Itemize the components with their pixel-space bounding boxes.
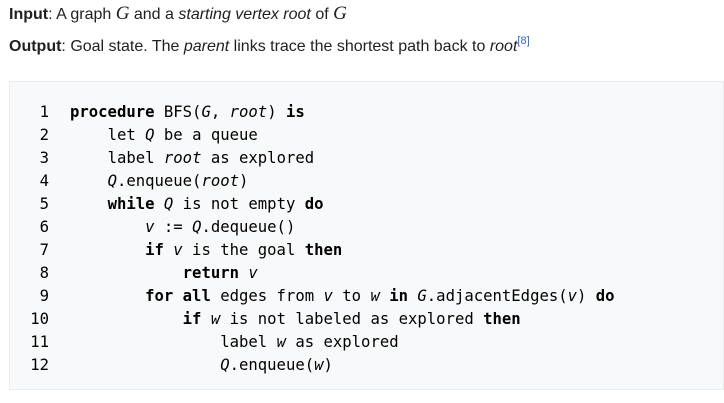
code-text: is the goal <box>182 241 305 259</box>
code-text: as explored <box>285 333 399 351</box>
code-line: 6 v := Q.dequeue() <box>10 216 296 239</box>
keyword: in <box>389 287 409 305</box>
line-number: 9 <box>39 287 49 305</box>
keyword: for all <box>145 287 211 305</box>
code-text: , <box>210 103 230 121</box>
input-text: of <box>310 6 334 23</box>
code-var: v <box>323 287 333 305</box>
output-label: Output <box>9 38 62 55</box>
keyword: do <box>595 287 615 305</box>
code-text: be a queue <box>154 126 258 144</box>
keyword: return <box>182 264 240 282</box>
keyword: then <box>483 310 521 328</box>
input-text-italic: starting vertex root <box>178 6 311 23</box>
code-line: 4 Q.enqueue(root) <box>10 170 249 193</box>
code-text: := <box>154 218 193 236</box>
code-var: G <box>417 287 427 305</box>
input-text: : A graph <box>48 6 116 23</box>
reference-link[interactable]: [8] <box>517 35 529 47</box>
code-var: v <box>145 218 155 236</box>
line-number: 4 <box>39 172 49 190</box>
code-text: label <box>220 333 277 351</box>
line-number: 12 <box>30 356 49 374</box>
line-number: 1 <box>39 103 49 121</box>
keyword: then <box>304 241 343 259</box>
code-line: 1 procedure BFS(G, root) is <box>10 101 305 124</box>
code-text: let <box>107 126 146 144</box>
code-block: 1 procedure BFS(G, root) is 2 let Q be a … <box>9 81 724 390</box>
code-var: w <box>314 356 324 374</box>
line-number: 6 <box>39 218 49 236</box>
code-text: ) <box>239 172 249 190</box>
graph-symbol: G <box>115 3 130 24</box>
line-number: 2 <box>39 126 49 144</box>
code-var: w <box>210 310 221 328</box>
code-line: 11 label w as explored <box>10 331 399 354</box>
output-text-italic: root <box>489 38 518 55</box>
line-number: 8 <box>39 264 49 282</box>
code-var: v <box>567 287 578 305</box>
code-var: v <box>173 241 183 259</box>
code-text: label <box>107 149 164 167</box>
code-text: is not labeled as explored <box>220 310 484 328</box>
code-text: .adjacentEdges( <box>426 287 568 305</box>
code-text: .enqueue( <box>116 172 202 190</box>
code-var: Q <box>107 172 117 190</box>
input-label: Input <box>9 6 49 23</box>
code-text: .enqueue( <box>229 356 315 374</box>
output-text: : Goal state. The <box>61 38 184 55</box>
input-description: Input: A graph G and a starting vertex r… <box>9 3 347 25</box>
code-text: to <box>332 287 371 305</box>
code-text: ) <box>323 356 333 374</box>
graph-symbol: G <box>333 3 347 24</box>
code-line: 12 Q.enqueue(w) <box>10 354 333 377</box>
line-number: 11 <box>30 333 49 351</box>
line-number: 5 <box>39 195 49 213</box>
code-text: ) <box>577 287 596 305</box>
code-text: BFS( <box>154 103 202 121</box>
keyword: while <box>107 195 155 213</box>
code-line: 9 for all edges from v to w in G.adjacen… <box>10 285 615 308</box>
code-line: 5 while Q is not empty do <box>10 193 324 216</box>
output-text-italic: parent <box>183 38 230 55</box>
code-var: w <box>370 287 380 305</box>
code-text: .dequeue() <box>201 218 296 236</box>
keyword: do <box>304 195 324 213</box>
line-number: 7 <box>39 241 49 259</box>
code-var: w <box>276 333 286 351</box>
code-var: root <box>229 103 268 121</box>
code-line: 7 if v is the goal then <box>10 239 343 262</box>
code-var: G <box>201 103 211 121</box>
output-text: links trace the shortest path back to <box>229 38 490 55</box>
code-text: ) <box>267 103 286 121</box>
keyword: if <box>182 310 202 328</box>
code-text: edges from <box>210 287 324 305</box>
code-line: 3 label root as explored <box>10 147 315 170</box>
code-var: Q <box>163 195 174 213</box>
keyword: procedure <box>70 103 155 121</box>
code-var: Q <box>220 356 230 374</box>
output-description: Output: Goal state. The parent links tra… <box>9 35 530 56</box>
line-number: 3 <box>39 149 49 167</box>
keyword: if <box>145 241 164 259</box>
code-line: 2 let Q be a queue <box>10 124 258 147</box>
line-number: 10 <box>30 310 49 328</box>
code-var: v <box>248 264 258 282</box>
code-var: root <box>201 172 240 190</box>
code-var: root <box>163 149 202 167</box>
code-line: 8 return v <box>10 262 258 285</box>
code-var: Q <box>145 126 155 144</box>
input-text: and a <box>129 6 179 23</box>
code-line: 10 if w is not labeled as explored then <box>10 308 521 331</box>
code-text: is not empty <box>173 195 305 213</box>
code-text: as explored <box>201 149 315 167</box>
keyword: is <box>285 103 305 121</box>
